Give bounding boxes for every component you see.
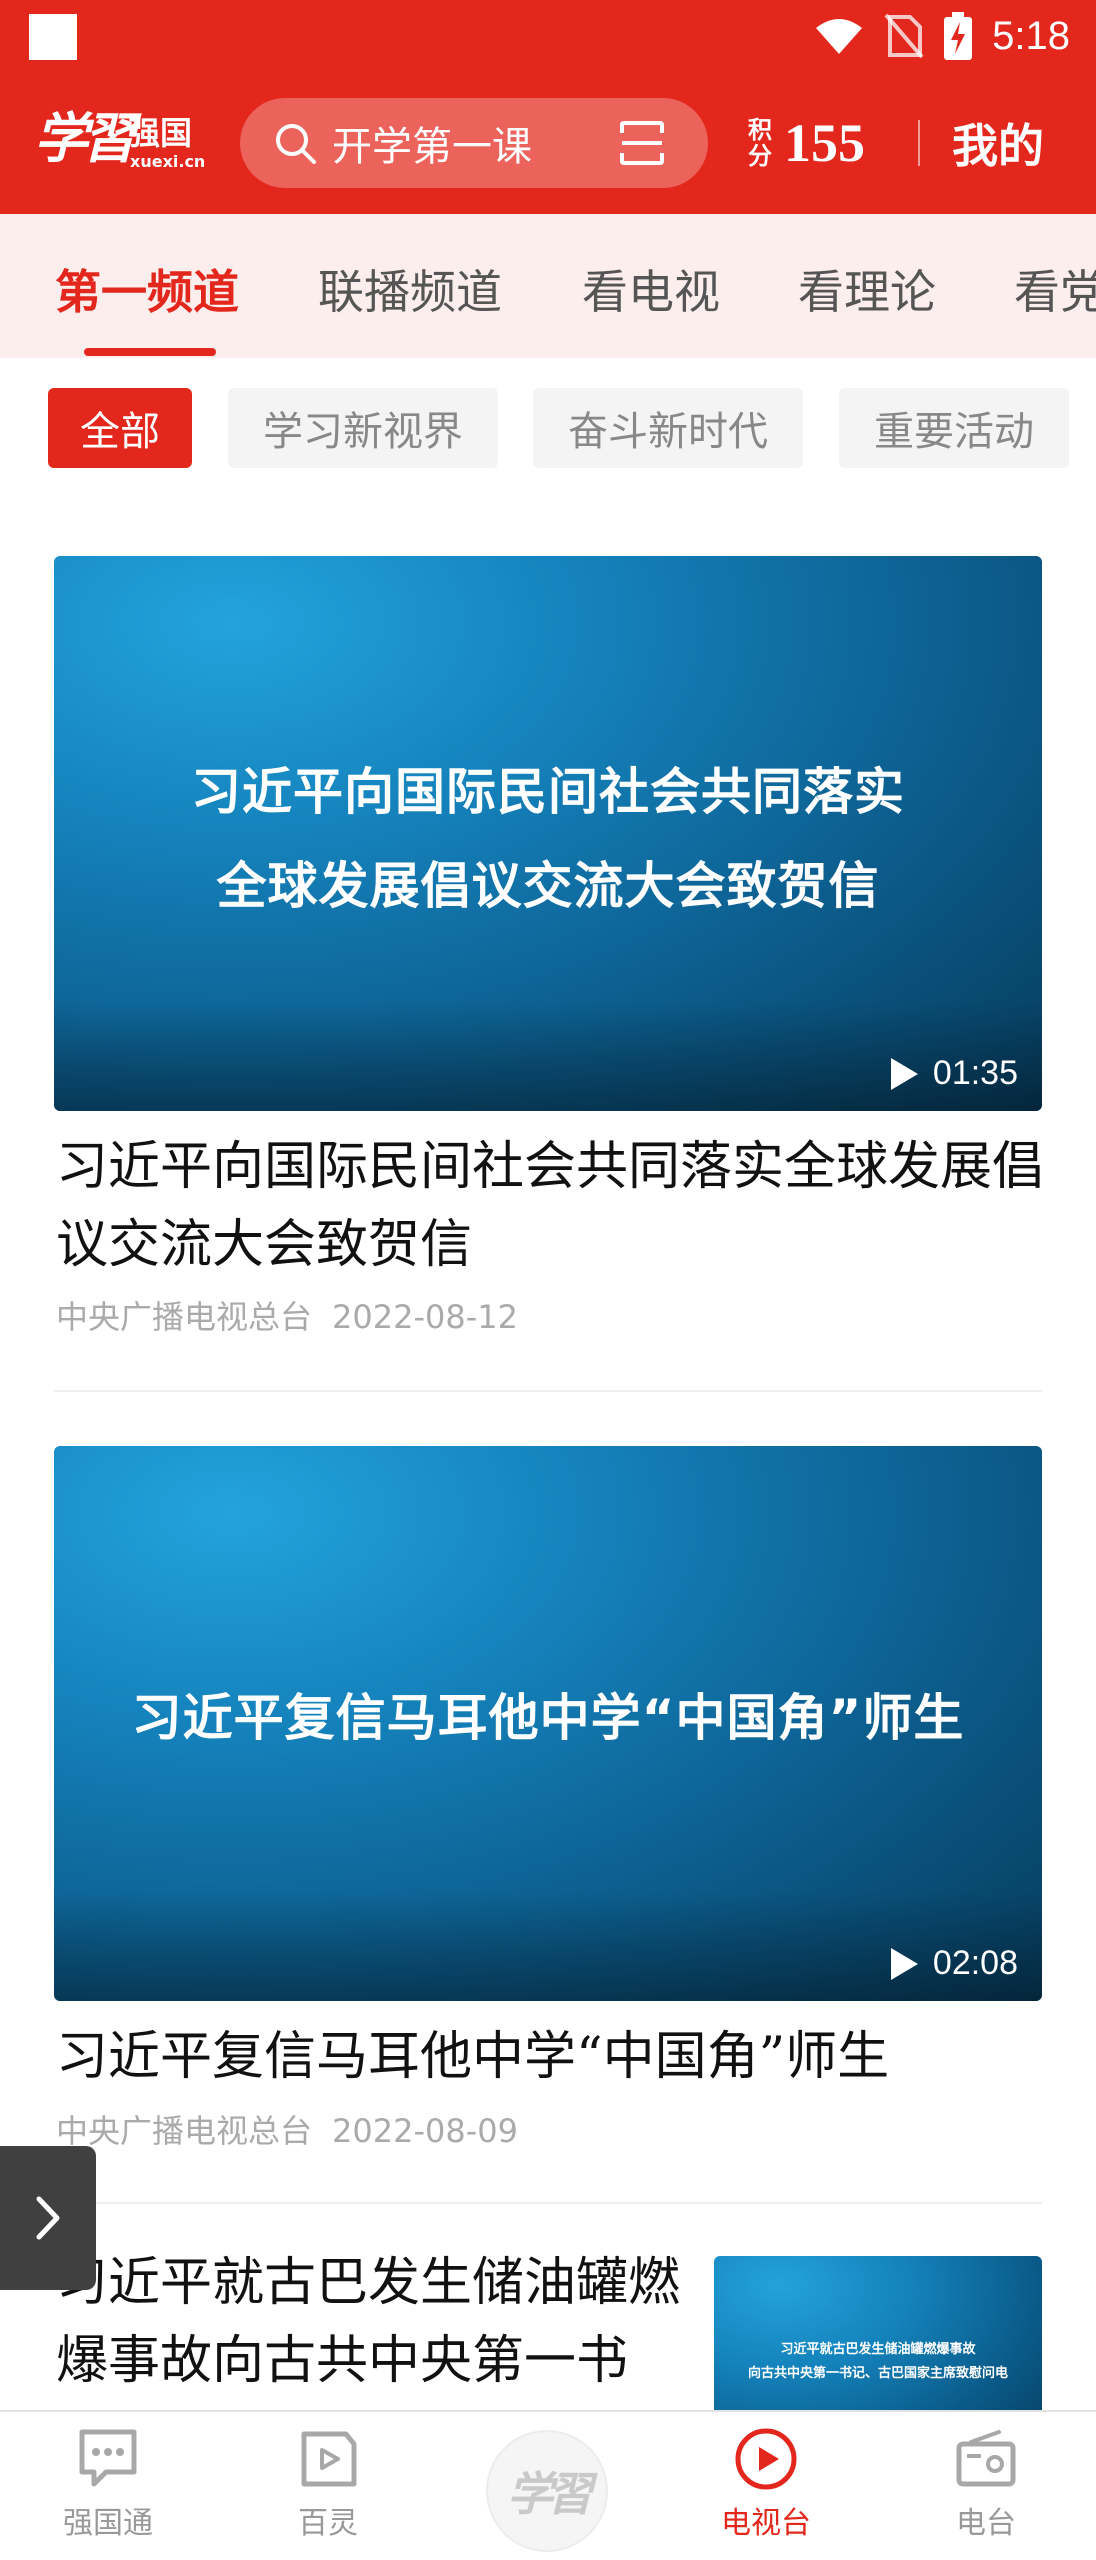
nav-label: 电台 — [956, 2506, 1016, 2541]
notification-icon — [29, 14, 77, 60]
thumbnail-caption-line: 习近平就古巴发生储油罐燃爆事故 — [780, 2342, 976, 2357]
wifi-icon — [816, 19, 863, 54]
points-label-bottom: 分 — [748, 141, 772, 170]
thumbnail-caption-line: 习近平向国际民间社会共同落实 — [191, 763, 905, 821]
thumbnail-caption-line: 全球发展倡议交流大会致贺信 — [216, 857, 880, 915]
points-display[interactable]: 积 分 155 — [748, 102, 865, 184]
side-expand-handle[interactable] — [0, 2146, 96, 2290]
app-logo[interactable]: 学習 强国 xuexi.cn — [34, 94, 206, 178]
points-label: 积 分 — [748, 117, 772, 169]
tab-broadcast-channel[interactable]: 联播频道 — [318, 256, 502, 322]
card-divider — [54, 2202, 1042, 2204]
mine-button[interactable]: 我的 — [952, 110, 1044, 176]
nav-label: 百灵 — [298, 2506, 358, 2541]
logo-script: 学習 — [34, 106, 136, 170]
no-sim-icon — [884, 13, 924, 59]
play-icon — [890, 1947, 918, 1980]
video-meta: 中央广播电视总台 2022-08-12 — [56, 1292, 518, 1338]
tab-first-channel[interactable]: 第一频道 — [55, 256, 239, 322]
nav-radio[interactable]: 电台 — [896, 2426, 1076, 2542]
video-title[interactable]: 习近平复信马耳他中学“中国角”师生 — [56, 2018, 1044, 2096]
nav-qiangguotong[interactable]: 强国通 — [18, 2426, 198, 2542]
nav-tv[interactable]: 电视台 — [676, 2426, 856, 2542]
video-thumbnail[interactable]: 习近平向国际民间社会共同落实 全球发展倡议交流大会致贺信 01:35 — [54, 556, 1042, 1111]
tab-watch-party[interactable]: 看党 — [1014, 256, 1096, 322]
nav-label: 电视台 — [721, 2506, 811, 2541]
card-divider — [54, 1390, 1042, 1392]
app-header: 5:18 学習 强国 xuexi.cn 开学第一课 积 分 155 我的 — [0, 0, 1096, 214]
play-circle-icon — [735, 2428, 797, 2490]
video-title[interactable]: 习近平向国际民间社会共同落实全球发展倡议交流大会致贺信 — [56, 1128, 1044, 1284]
chat-icon — [79, 2429, 137, 2487]
bottom-nav: 强国通 百灵 学習 电视台 电台 — [0, 2410, 1096, 2560]
duration-text: 01:35 — [932, 1054, 1018, 1092]
status-bar: 5:18 — [0, 0, 1096, 72]
radio-icon — [956, 2430, 1016, 2487]
thumbnail-caption-line: 向古共中央第一书记、古巴国家主席致慰问电 — [747, 2366, 1008, 2381]
nav-bailing[interactable]: 百灵 — [238, 2426, 418, 2542]
video-source: 中央广播电视总台 — [56, 2112, 313, 2150]
video-date: 2022-08-12 — [332, 1298, 518, 1336]
video-meta: 中央广播电视总台 2022-08-09 — [56, 2106, 518, 2152]
video-card[interactable]: 习近平复信马耳他中学“中国角”师生 02:08 习近平复信马耳他中学“中国角”师… — [54, 1446, 1042, 2166]
thumbnail-caption-line: 习近平复信马耳他中学“中国角”师生 — [131, 1689, 965, 1747]
video-thumbnail[interactable]: 习近平复信马耳他中学“中国角”师生 02:08 — [54, 1446, 1042, 2001]
app-screen: 5:18 学習 强国 xuexi.cn 开学第一课 积 分 155 我的 第一频… — [0, 0, 1096, 2560]
chevron-right-icon — [36, 2196, 60, 2240]
play-square-icon — [301, 2431, 357, 2487]
video-duration: 01:35 — [889, 1054, 1018, 1093]
video-source: 中央广播电视总台 — [56, 1298, 313, 1336]
tab-watch-theory[interactable]: 看理论 — [798, 256, 936, 322]
play-icon — [890, 1057, 918, 1090]
battery-charging-icon — [944, 12, 973, 60]
video-duration: 02:08 — [889, 1944, 1018, 1983]
logo-domain: xuexi.cn — [130, 152, 206, 171]
xuexi-logo[interactable]: 学習 — [486, 2430, 608, 2552]
chip-striving-new-era[interactable]: 奋斗新时代 — [533, 388, 803, 468]
video-title[interactable]: 习近平就古巴发生储油罐燃爆事故向古共中央第一书 — [56, 2244, 696, 2400]
chip-all[interactable]: 全部 — [48, 388, 192, 468]
logo-name: 强国 — [128, 114, 193, 152]
points-value: 155 — [784, 113, 865, 173]
search-placeholder: 开学第一课 — [332, 124, 532, 170]
status-icons: 5:18 — [814, 8, 1070, 64]
points-label-top: 积 — [748, 115, 772, 144]
search-bar[interactable]: 开学第一课 — [240, 98, 708, 188]
active-tab-indicator — [84, 348, 216, 356]
duration-text: 02:08 — [932, 1944, 1018, 1982]
channel-tabs: 第一频道 联播频道 看电视 看理论 看党 — [0, 214, 1096, 358]
scan-icon[interactable] — [618, 119, 666, 167]
video-card[interactable]: 习近平向国际民间社会共同落实 全球发展倡议交流大会致贺信 01:35 习近平向国… — [54, 556, 1044, 1356]
status-time: 5:18 — [992, 13, 1070, 58]
chip-important-events[interactable]: 重要活动 — [839, 388, 1069, 468]
nav-label: 强国通 — [63, 2506, 153, 2541]
search-icon — [276, 124, 316, 164]
tab-watch-tv[interactable]: 看电视 — [582, 256, 720, 322]
top-bar: 学習 强国 xuexi.cn 开学第一课 积 分 155 我的 — [0, 72, 1096, 214]
header-divider — [918, 120, 920, 166]
chip-learning-new-vision[interactable]: 学习新视界 — [228, 388, 498, 468]
video-date: 2022-08-09 — [332, 2112, 518, 2150]
